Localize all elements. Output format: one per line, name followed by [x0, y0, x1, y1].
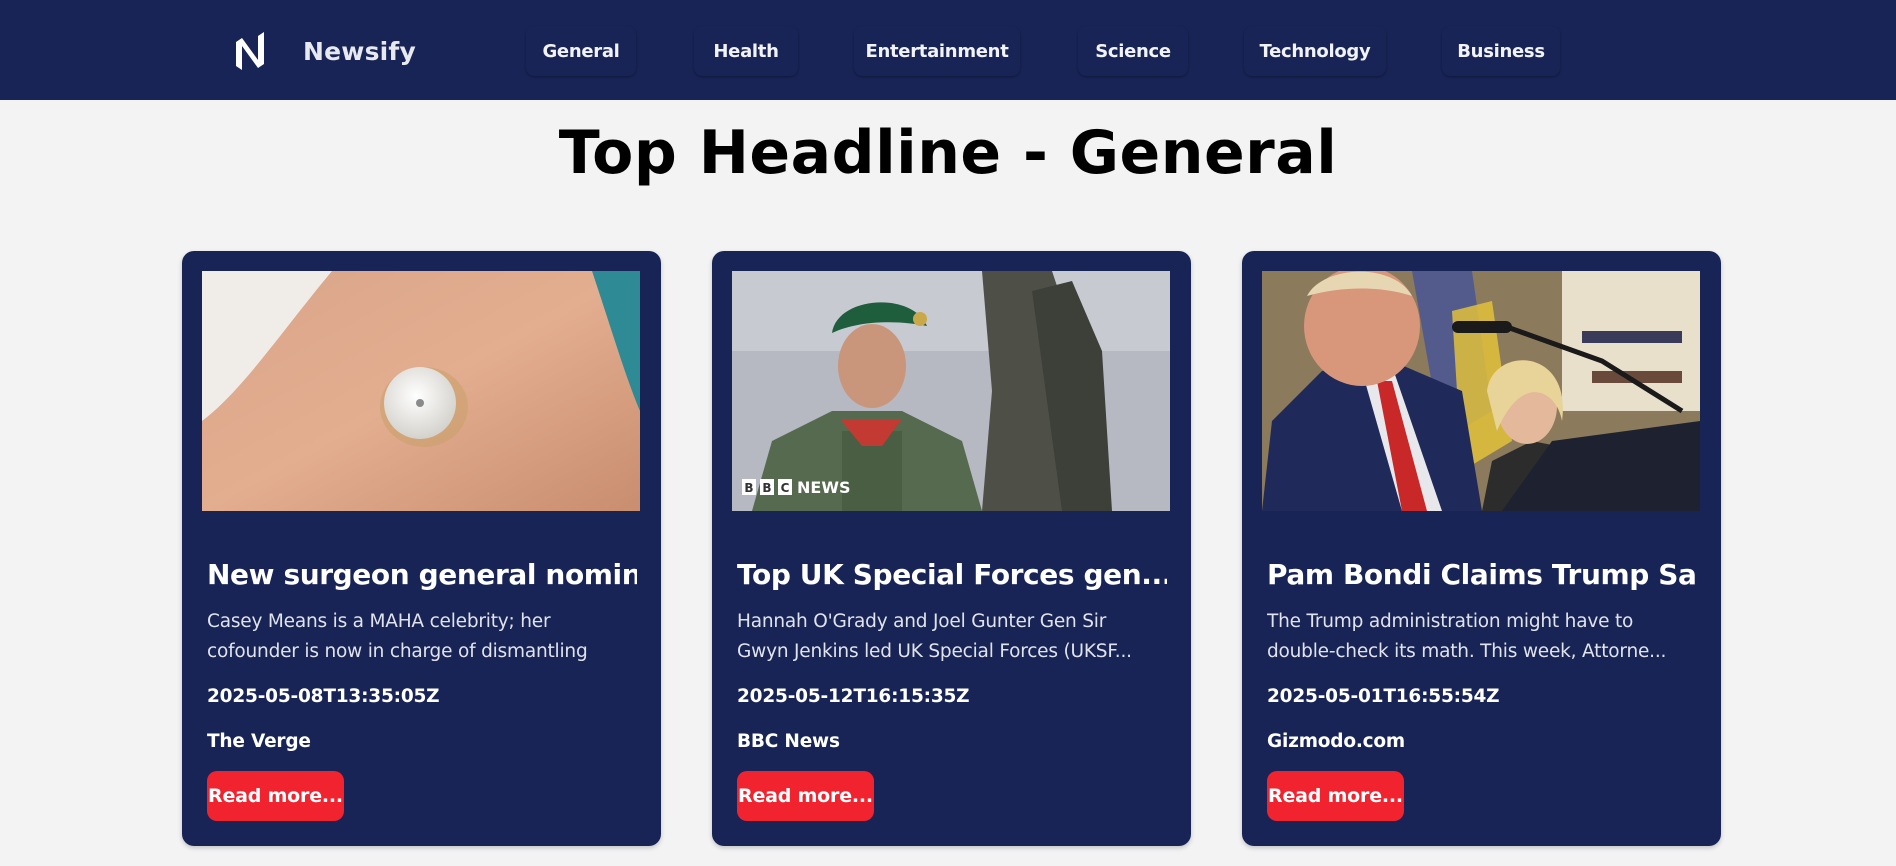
nav-technology[interactable]: Technology: [1244, 26, 1386, 76]
article-image[interactable]: [202, 271, 640, 511]
article-source: The Verge: [207, 731, 311, 752]
article-card: Pam Bondi Claims Trump Sa... The Trump a…: [1242, 251, 1721, 846]
page-title: Top Headline - General: [558, 118, 1338, 188]
article-photo-health-sensor: [202, 271, 640, 511]
article-card: B B C NEWS Top UK Special Forces gen... …: [712, 251, 1191, 846]
article-title[interactable]: Pam Bondi Claims Trump Sa...: [1267, 558, 1697, 591]
nav-general[interactable]: General: [526, 26, 636, 76]
article-date: 2025-05-08T13:35:05Z: [207, 686, 440, 707]
article-date: 2025-05-12T16:15:35Z: [737, 686, 970, 707]
article-description: The Trump administration might have to d…: [1267, 611, 1667, 662]
svg-text:B: B: [744, 481, 753, 495]
article-image[interactable]: [1262, 271, 1700, 511]
nav-science[interactable]: Science: [1078, 26, 1188, 76]
top-navbar: Newsify General Health Entertainment Sci…: [0, 0, 1896, 100]
read-more-button[interactable]: Read more...: [207, 771, 344, 821]
article-source: Gizmodo.com: [1267, 731, 1406, 752]
article-photo-soldier: B B C NEWS: [732, 271, 1170, 511]
article-title[interactable]: Top UK Special Forces gen...: [737, 558, 1167, 591]
category-nav: General Health Entertainment Science Tec…: [0, 26, 1896, 76]
svg-text:NEWS: NEWS: [797, 478, 851, 497]
article-date: 2025-05-01T16:55:54Z: [1267, 686, 1500, 707]
read-more-button[interactable]: Read more...: [1267, 771, 1404, 821]
article-photo-press-room: [1262, 271, 1700, 511]
nav-entertainment[interactable]: Entertainment: [854, 26, 1020, 76]
svg-text:B: B: [762, 481, 771, 495]
nav-health[interactable]: Health: [694, 26, 798, 76]
read-more-button[interactable]: Read more...: [737, 771, 874, 821]
svg-text:C: C: [781, 481, 790, 495]
article-source: BBC News: [737, 731, 840, 752]
article-description: Casey Means is a MAHA celebrity; her cof…: [207, 611, 588, 662]
nav-business[interactable]: Business: [1442, 26, 1560, 76]
article-title[interactable]: New surgeon general nomin...: [207, 558, 637, 591]
article-image[interactable]: B B C NEWS: [732, 271, 1170, 511]
article-description: Hannah O'Grady and Joel Gunter Gen Sir G…: [737, 611, 1132, 662]
article-card: New surgeon general nomin... Casey Means…: [182, 251, 661, 846]
